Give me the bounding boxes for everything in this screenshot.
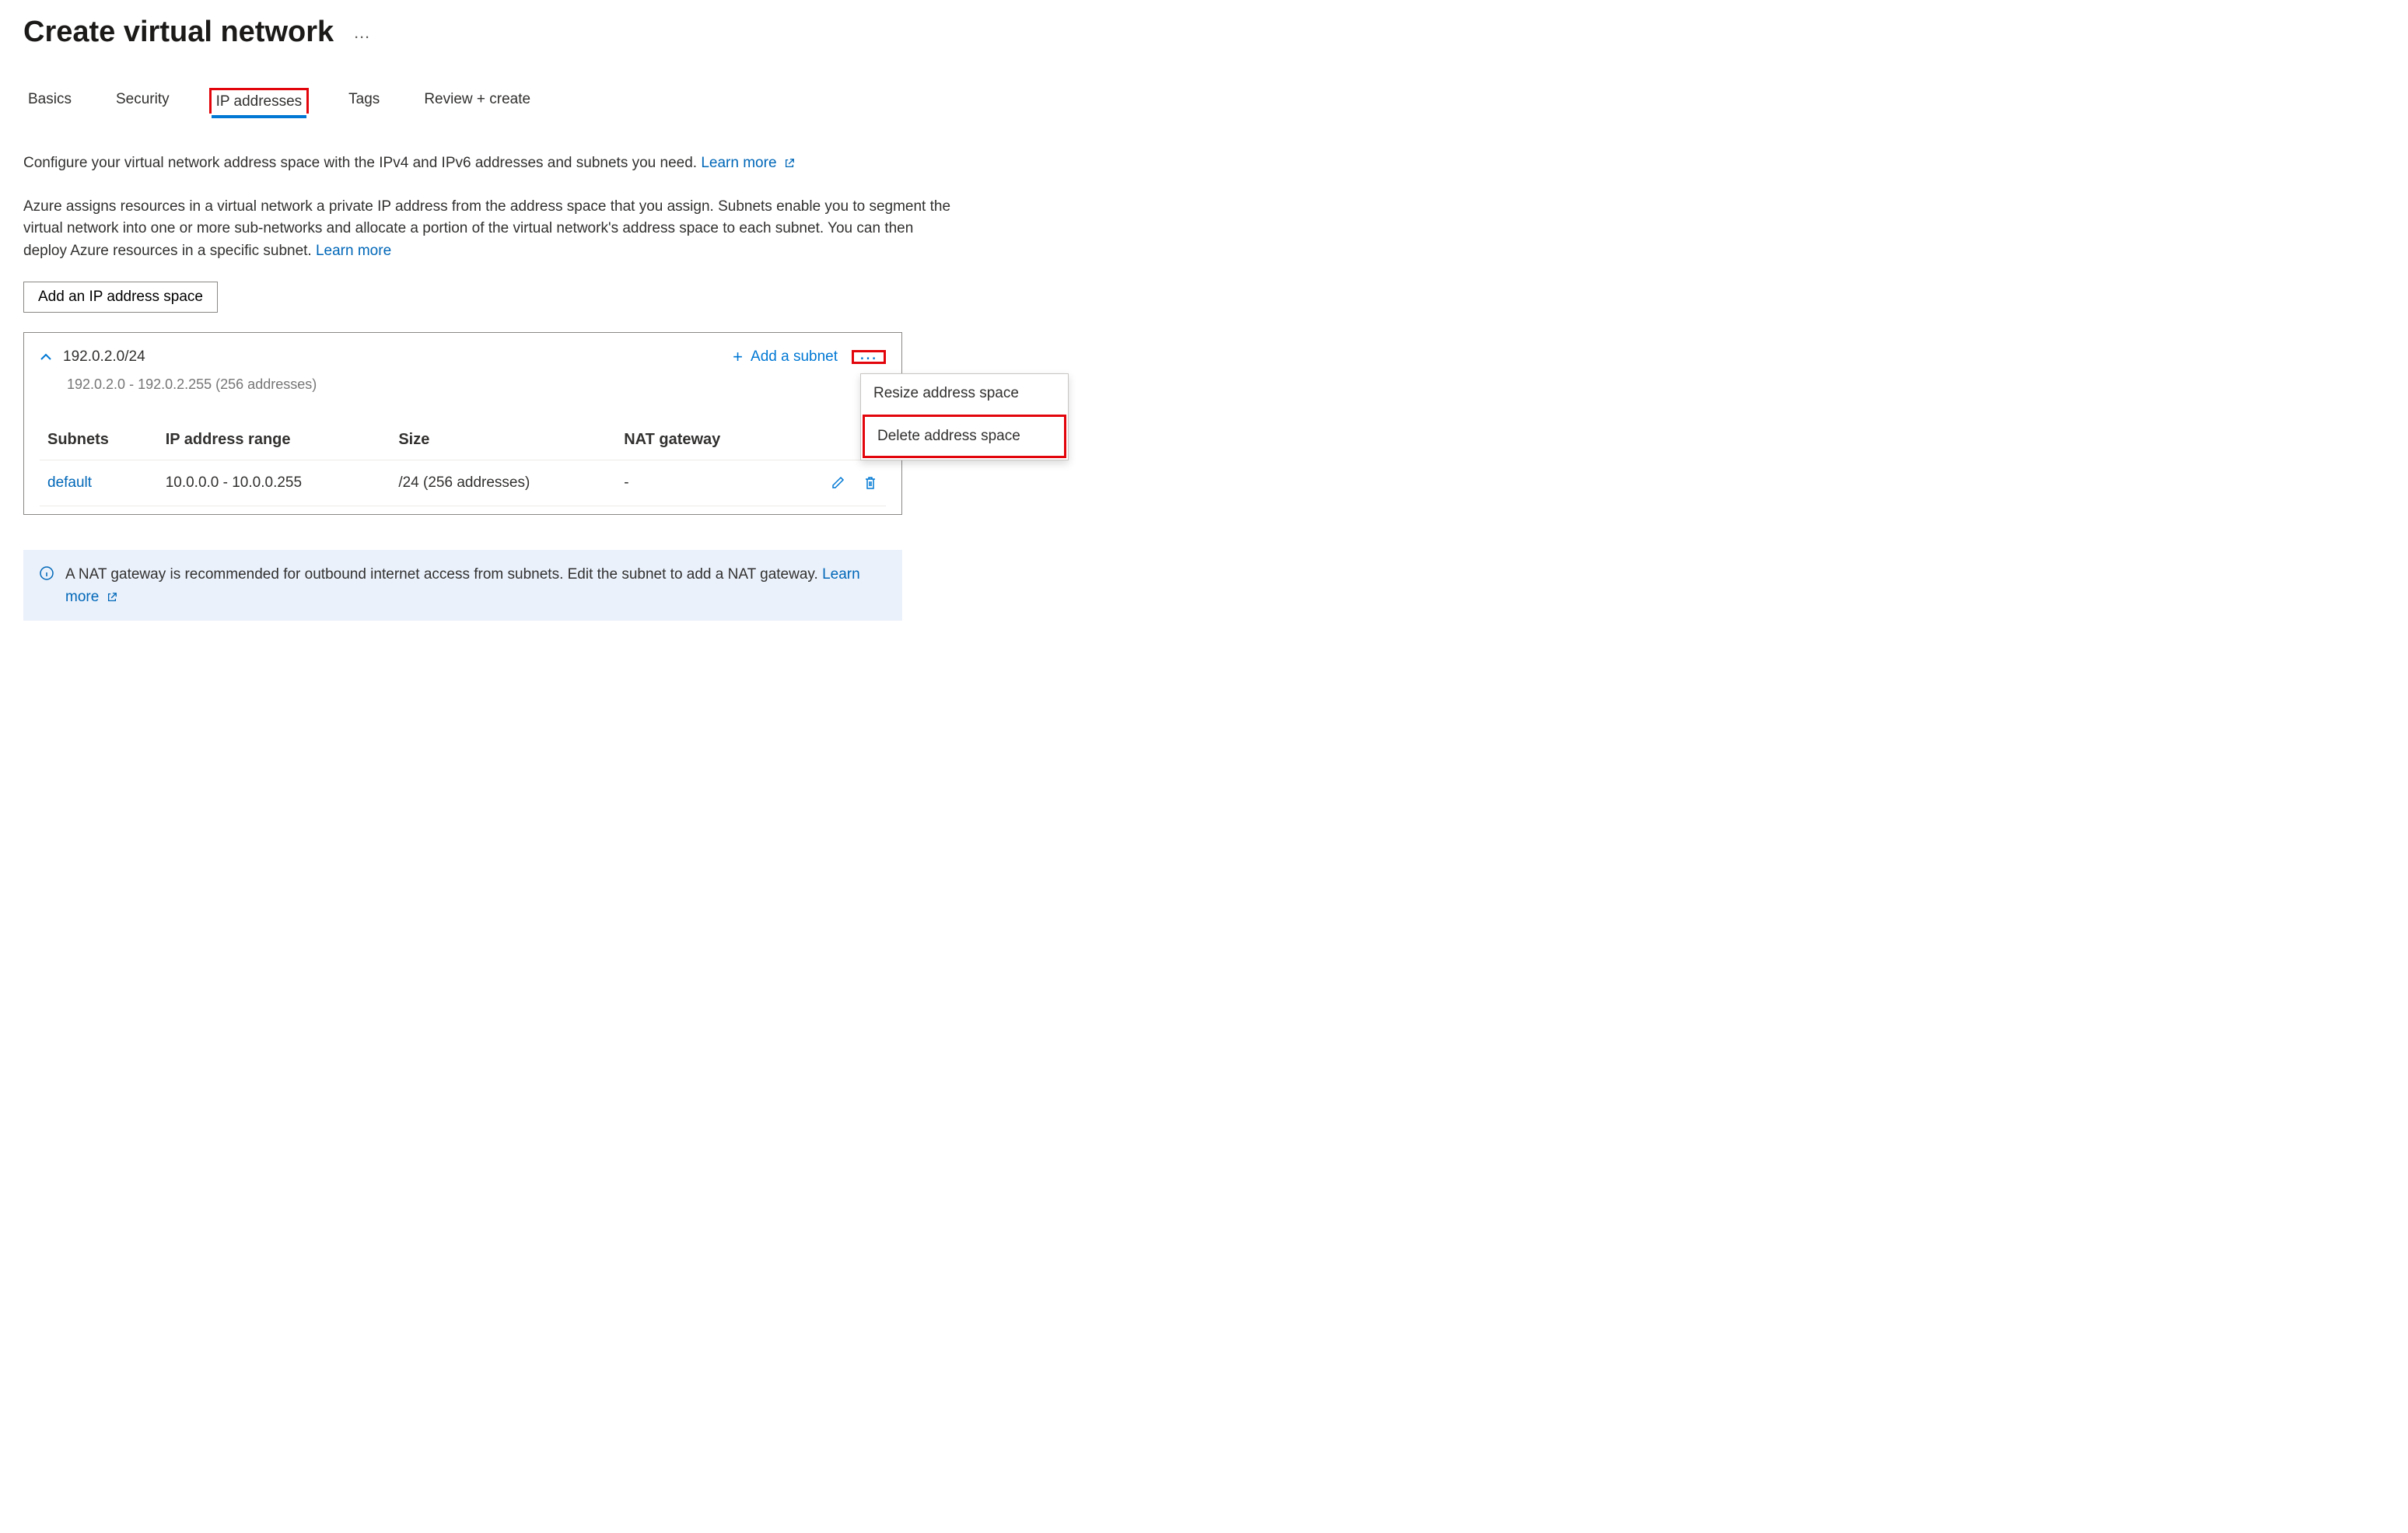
address-space-more-button[interactable]: … <box>852 350 886 364</box>
tab-basics[interactable]: Basics <box>23 88 76 114</box>
col-size: Size <box>390 420 616 460</box>
address-space-cidr: 192.0.2.0/24 <box>63 348 145 366</box>
info-icon <box>39 565 54 589</box>
more-icon[interactable]: … <box>353 23 372 43</box>
address-range-hint: 192.0.2.0 - 192.0.2.255 (256 addresses) <box>67 376 886 393</box>
subnet-name-link[interactable]: default <box>47 474 92 491</box>
col-ip-range: IP address range <box>158 420 391 460</box>
tab-security[interactable]: Security <box>111 88 174 114</box>
subnet-range: 10.0.0.0 - 10.0.0.255 <box>158 460 391 506</box>
edit-icon[interactable] <box>830 475 845 491</box>
tab-review-create[interactable]: Review + create <box>419 88 535 114</box>
nat-info-banner: A NAT gateway is recommended for outboun… <box>23 550 902 621</box>
table-row: default 10.0.0.0 - 10.0.0.255 /24 (256 a… <box>40 460 886 506</box>
col-nat: NAT gateway <box>616 420 788 460</box>
tab-tags[interactable]: Tags <box>344 88 384 114</box>
plus-icon: + <box>733 347 743 367</box>
subnets-table: Subnets IP address range Size NAT gatewa… <box>40 420 886 506</box>
add-subnet-button[interactable]: + Add a subnet <box>733 347 838 367</box>
external-link-icon <box>784 154 795 177</box>
intro-text-1: Configure your virtual network address s… <box>23 152 957 177</box>
add-ip-address-space-button[interactable]: Add an IP address space <box>23 282 218 313</box>
address-space-context-menu: Resize address space Delete address spac… <box>860 373 1069 460</box>
learn-more-link-2[interactable]: Learn more <box>316 243 391 259</box>
intro-line1: Configure your virtual network address s… <box>23 155 701 171</box>
subnet-nat: - <box>616 460 788 506</box>
banner-text: A NAT gateway is recommended for outboun… <box>65 566 822 583</box>
delete-address-space-item[interactable]: Delete address space <box>863 415 1066 458</box>
delete-icon[interactable] <box>863 475 878 491</box>
tab-bar: Basics Security IP addresses Tags Review… <box>23 88 2385 114</box>
chevron-up-icon[interactable] <box>40 349 52 366</box>
subnet-size: /24 (256 addresses) <box>390 460 616 506</box>
col-subnets: Subnets <box>40 420 158 460</box>
page-title: Create virtual network <box>23 16 334 49</box>
external-link-icon <box>107 588 117 611</box>
learn-more-link-1[interactable]: Learn more <box>701 155 794 171</box>
intro-text-2: Azure assigns resources in a virtual net… <box>23 196 957 263</box>
tab-ip-addresses[interactable]: IP addresses <box>209 88 310 114</box>
add-subnet-label: Add a subnet <box>751 348 838 366</box>
resize-address-space-item[interactable]: Resize address space <box>861 374 1068 413</box>
address-space-panel: 192.0.2.0/24 + Add a subnet … Resize add… <box>23 332 902 515</box>
intro-line2: Azure assigns resources in a virtual net… <box>23 198 950 259</box>
